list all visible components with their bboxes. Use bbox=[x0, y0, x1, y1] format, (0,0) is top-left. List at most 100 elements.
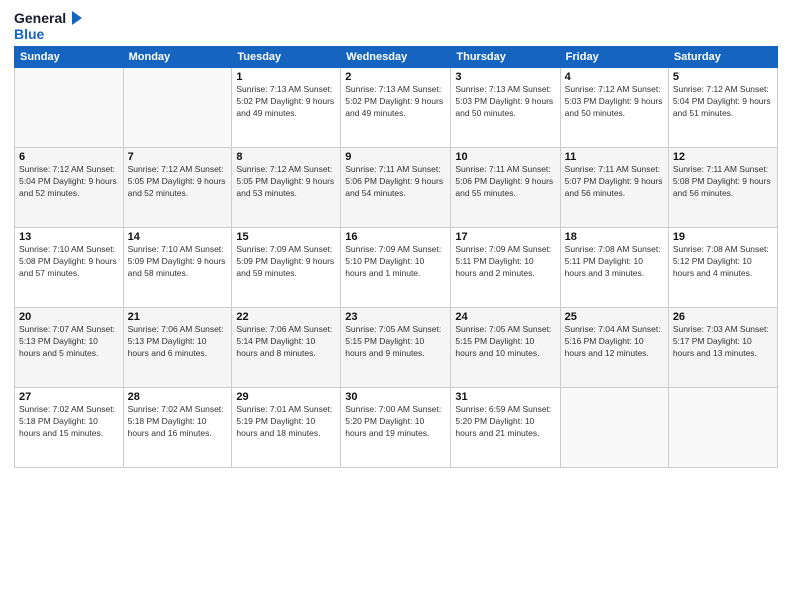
day-info: Sunrise: 7:10 AM Sunset: 5:08 PM Dayligh… bbox=[19, 244, 119, 280]
calendar-cell: 15Sunrise: 7:09 AM Sunset: 5:09 PM Dayli… bbox=[232, 228, 341, 308]
day-info: Sunrise: 7:08 AM Sunset: 5:12 PM Dayligh… bbox=[673, 244, 773, 280]
day-number: 28 bbox=[128, 391, 228, 403]
day-info: Sunrise: 7:05 AM Sunset: 5:15 PM Dayligh… bbox=[455, 324, 555, 360]
day-number: 27 bbox=[19, 391, 119, 403]
logo-svg: General Blue bbox=[14, 10, 82, 42]
day-number: 26 bbox=[673, 311, 773, 323]
calendar-body: 1Sunrise: 7:13 AM Sunset: 5:02 PM Daylig… bbox=[15, 68, 778, 468]
calendar-cell: 11Sunrise: 7:11 AM Sunset: 5:07 PM Dayli… bbox=[560, 148, 668, 228]
day-info: Sunrise: 6:59 AM Sunset: 5:20 PM Dayligh… bbox=[455, 404, 555, 440]
weekday-header-thursday: Thursday bbox=[451, 47, 560, 68]
day-number: 10 bbox=[455, 151, 555, 163]
logo-arrow-icon bbox=[68, 11, 82, 25]
day-info: Sunrise: 7:06 AM Sunset: 5:13 PM Dayligh… bbox=[128, 324, 228, 360]
day-info: Sunrise: 7:02 AM Sunset: 5:18 PM Dayligh… bbox=[19, 404, 119, 440]
calendar-cell: 30Sunrise: 7:00 AM Sunset: 5:20 PM Dayli… bbox=[341, 388, 451, 468]
calendar-cell: 31Sunrise: 6:59 AM Sunset: 5:20 PM Dayli… bbox=[451, 388, 560, 468]
day-info: Sunrise: 7:13 AM Sunset: 5:02 PM Dayligh… bbox=[236, 84, 336, 120]
day-info: Sunrise: 7:09 AM Sunset: 5:10 PM Dayligh… bbox=[345, 244, 446, 280]
calendar-cell: 27Sunrise: 7:02 AM Sunset: 5:18 PM Dayli… bbox=[15, 388, 124, 468]
logo-blue-text: Blue bbox=[14, 26, 44, 42]
weekday-header-wednesday: Wednesday bbox=[341, 47, 451, 68]
calendar-cell: 26Sunrise: 7:03 AM Sunset: 5:17 PM Dayli… bbox=[668, 308, 777, 388]
day-number: 9 bbox=[345, 151, 446, 163]
day-number: 16 bbox=[345, 231, 446, 243]
day-info: Sunrise: 7:12 AM Sunset: 5:05 PM Dayligh… bbox=[236, 164, 336, 200]
logo: General Blue bbox=[14, 10, 82, 42]
calendar-cell: 29Sunrise: 7:01 AM Sunset: 5:19 PM Dayli… bbox=[232, 388, 341, 468]
day-number: 5 bbox=[673, 71, 773, 83]
day-info: Sunrise: 7:12 AM Sunset: 5:04 PM Dayligh… bbox=[673, 84, 773, 120]
calendar-cell: 24Sunrise: 7:05 AM Sunset: 5:15 PM Dayli… bbox=[451, 308, 560, 388]
calendar-cell: 19Sunrise: 7:08 AM Sunset: 5:12 PM Dayli… bbox=[668, 228, 777, 308]
day-number: 20 bbox=[19, 311, 119, 323]
calendar-cell: 5Sunrise: 7:12 AM Sunset: 5:04 PM Daylig… bbox=[668, 68, 777, 148]
week-row-3: 13Sunrise: 7:10 AM Sunset: 5:08 PM Dayli… bbox=[15, 228, 778, 308]
day-info: Sunrise: 7:11 AM Sunset: 5:06 PM Dayligh… bbox=[345, 164, 446, 200]
calendar-cell: 9Sunrise: 7:11 AM Sunset: 5:06 PM Daylig… bbox=[341, 148, 451, 228]
day-number: 6 bbox=[19, 151, 119, 163]
day-number: 11 bbox=[565, 151, 664, 163]
calendar-cell: 17Sunrise: 7:09 AM Sunset: 5:11 PM Dayli… bbox=[451, 228, 560, 308]
day-number: 24 bbox=[455, 311, 555, 323]
calendar-cell: 20Sunrise: 7:07 AM Sunset: 5:13 PM Dayli… bbox=[15, 308, 124, 388]
day-info: Sunrise: 7:10 AM Sunset: 5:09 PM Dayligh… bbox=[128, 244, 228, 280]
calendar-cell: 25Sunrise: 7:04 AM Sunset: 5:16 PM Dayli… bbox=[560, 308, 668, 388]
calendar-cell: 6Sunrise: 7:12 AM Sunset: 5:04 PM Daylig… bbox=[15, 148, 124, 228]
calendar-cell: 16Sunrise: 7:09 AM Sunset: 5:10 PM Dayli… bbox=[341, 228, 451, 308]
logo-general-text: General bbox=[14, 10, 66, 26]
day-number: 1 bbox=[236, 71, 336, 83]
day-info: Sunrise: 7:12 AM Sunset: 5:03 PM Dayligh… bbox=[565, 84, 664, 120]
calendar-cell: 13Sunrise: 7:10 AM Sunset: 5:08 PM Dayli… bbox=[15, 228, 124, 308]
header: General Blue bbox=[14, 10, 778, 42]
calendar-cell: 10Sunrise: 7:11 AM Sunset: 5:06 PM Dayli… bbox=[451, 148, 560, 228]
week-row-4: 20Sunrise: 7:07 AM Sunset: 5:13 PM Dayli… bbox=[15, 308, 778, 388]
day-info: Sunrise: 7:03 AM Sunset: 5:17 PM Dayligh… bbox=[673, 324, 773, 360]
day-number: 7 bbox=[128, 151, 228, 163]
day-info: Sunrise: 7:05 AM Sunset: 5:15 PM Dayligh… bbox=[345, 324, 446, 360]
day-info: Sunrise: 7:04 AM Sunset: 5:16 PM Dayligh… bbox=[565, 324, 664, 360]
day-number: 12 bbox=[673, 151, 773, 163]
day-info: Sunrise: 7:02 AM Sunset: 5:18 PM Dayligh… bbox=[128, 404, 228, 440]
day-info: Sunrise: 7:08 AM Sunset: 5:11 PM Dayligh… bbox=[565, 244, 664, 280]
calendar-cell: 12Sunrise: 7:11 AM Sunset: 5:08 PM Dayli… bbox=[668, 148, 777, 228]
day-info: Sunrise: 7:01 AM Sunset: 5:19 PM Dayligh… bbox=[236, 404, 336, 440]
calendar-cell: 1Sunrise: 7:13 AM Sunset: 5:02 PM Daylig… bbox=[232, 68, 341, 148]
day-number: 8 bbox=[236, 151, 336, 163]
calendar-cell bbox=[668, 388, 777, 468]
day-number: 14 bbox=[128, 231, 228, 243]
day-number: 21 bbox=[128, 311, 228, 323]
calendar-cell: 18Sunrise: 7:08 AM Sunset: 5:11 PM Dayli… bbox=[560, 228, 668, 308]
calendar-cell: 22Sunrise: 7:06 AM Sunset: 5:14 PM Dayli… bbox=[232, 308, 341, 388]
day-info: Sunrise: 7:09 AM Sunset: 5:11 PM Dayligh… bbox=[455, 244, 555, 280]
day-number: 17 bbox=[455, 231, 555, 243]
calendar-cell: 3Sunrise: 7:13 AM Sunset: 5:03 PM Daylig… bbox=[451, 68, 560, 148]
calendar-cell: 4Sunrise: 7:12 AM Sunset: 5:03 PM Daylig… bbox=[560, 68, 668, 148]
calendar-cell: 28Sunrise: 7:02 AM Sunset: 5:18 PM Dayli… bbox=[123, 388, 232, 468]
calendar-cell bbox=[15, 68, 124, 148]
day-number: 22 bbox=[236, 311, 336, 323]
day-info: Sunrise: 7:00 AM Sunset: 5:20 PM Dayligh… bbox=[345, 404, 446, 440]
day-info: Sunrise: 7:12 AM Sunset: 5:05 PM Dayligh… bbox=[128, 164, 228, 200]
calendar-cell: 2Sunrise: 7:13 AM Sunset: 5:02 PM Daylig… bbox=[341, 68, 451, 148]
day-info: Sunrise: 7:13 AM Sunset: 5:03 PM Dayligh… bbox=[455, 84, 555, 120]
week-row-2: 6Sunrise: 7:12 AM Sunset: 5:04 PM Daylig… bbox=[15, 148, 778, 228]
day-number: 31 bbox=[455, 391, 555, 403]
page: General Blue SundayMondayTuesdayWednesda… bbox=[0, 0, 792, 612]
calendar-cell: 7Sunrise: 7:12 AM Sunset: 5:05 PM Daylig… bbox=[123, 148, 232, 228]
day-info: Sunrise: 7:06 AM Sunset: 5:14 PM Dayligh… bbox=[236, 324, 336, 360]
calendar-cell: 8Sunrise: 7:12 AM Sunset: 5:05 PM Daylig… bbox=[232, 148, 341, 228]
calendar-cell: 14Sunrise: 7:10 AM Sunset: 5:09 PM Dayli… bbox=[123, 228, 232, 308]
day-number: 2 bbox=[345, 71, 446, 83]
day-number: 30 bbox=[345, 391, 446, 403]
calendar-table: SundayMondayTuesdayWednesdayThursdayFrid… bbox=[14, 46, 778, 468]
day-number: 25 bbox=[565, 311, 664, 323]
calendar-cell bbox=[560, 388, 668, 468]
day-number: 3 bbox=[455, 71, 555, 83]
day-number: 23 bbox=[345, 311, 446, 323]
day-number: 18 bbox=[565, 231, 664, 243]
weekday-header-friday: Friday bbox=[560, 47, 668, 68]
weekday-header-monday: Monday bbox=[123, 47, 232, 68]
day-info: Sunrise: 7:12 AM Sunset: 5:04 PM Dayligh… bbox=[19, 164, 119, 200]
calendar-cell: 21Sunrise: 7:06 AM Sunset: 5:13 PM Dayli… bbox=[123, 308, 232, 388]
